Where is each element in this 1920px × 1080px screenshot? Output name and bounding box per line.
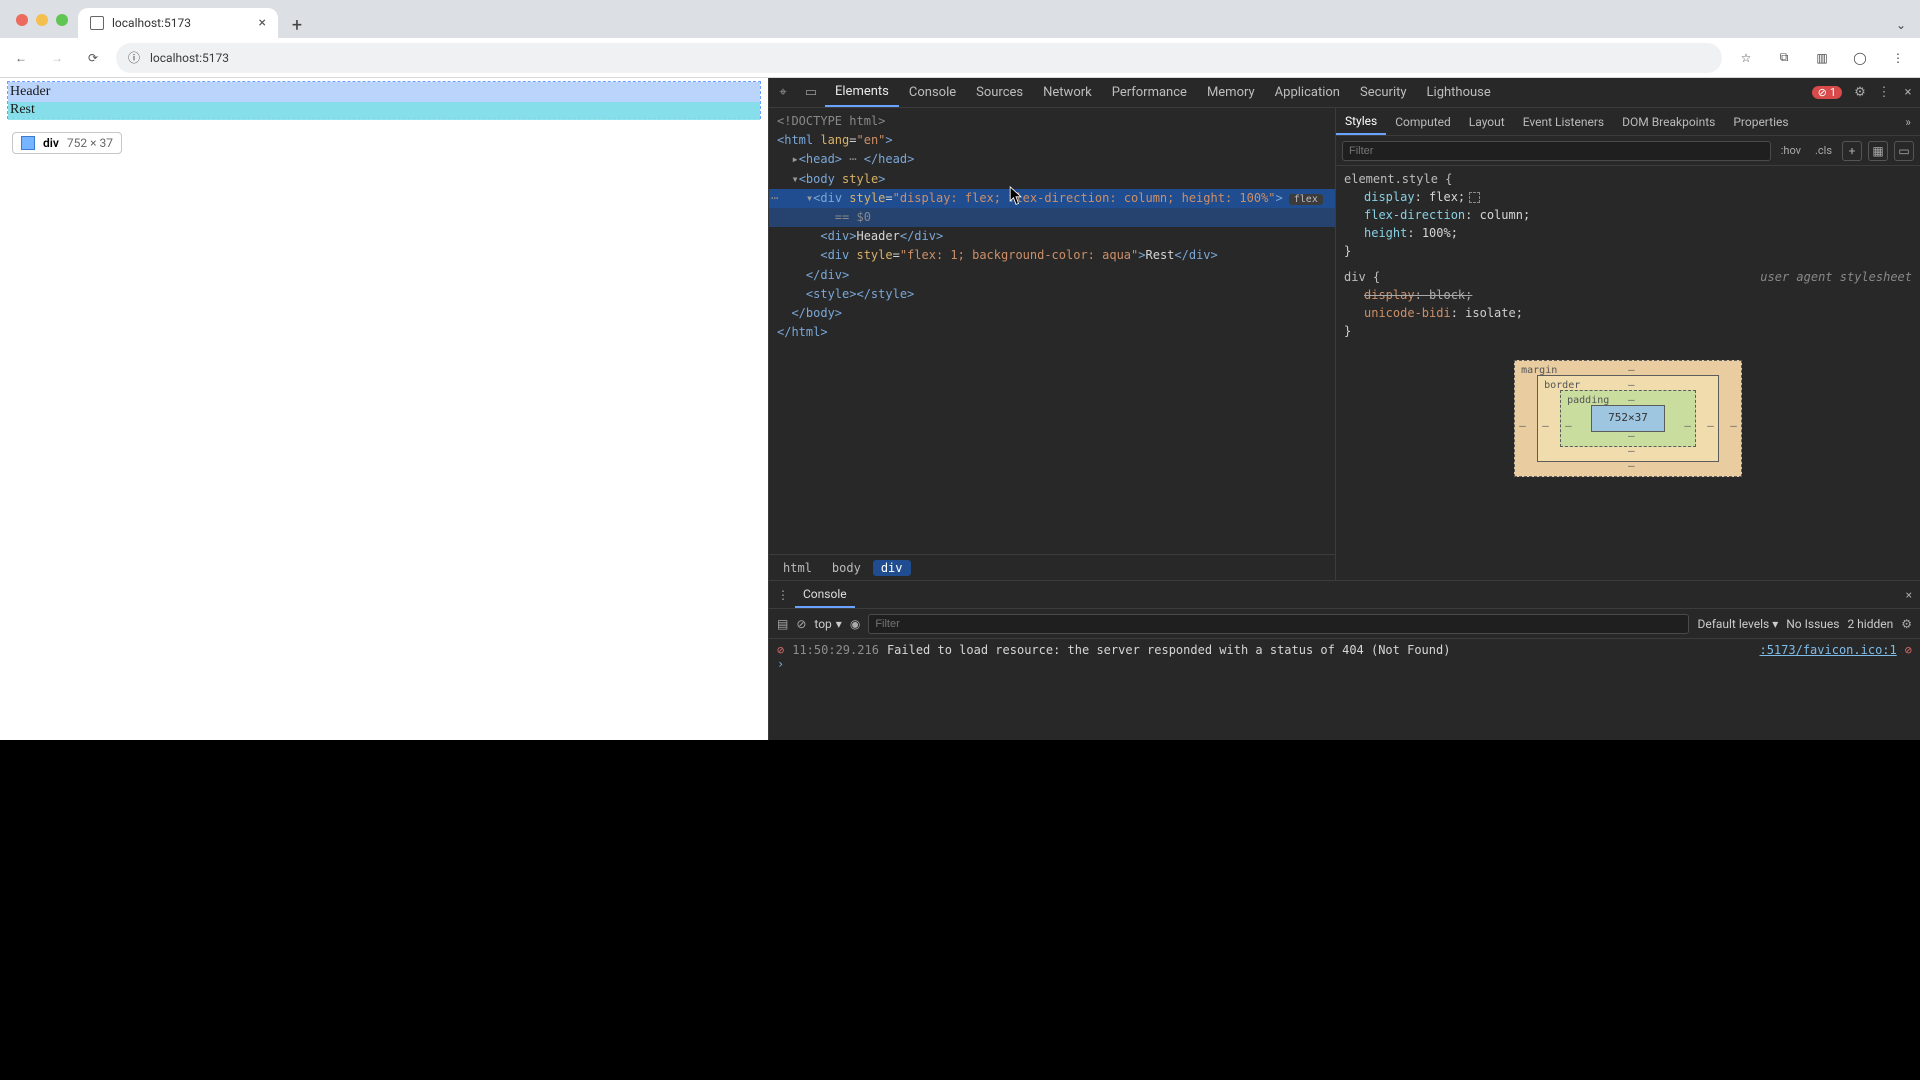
element-style-selector[interactable]: element.style { (1344, 172, 1452, 186)
close-tab-icon[interactable]: × (259, 15, 266, 31)
page-header-text: Header (10, 84, 50, 100)
inspect-tooltip: div 752 × 37 (12, 132, 122, 154)
selected-dom-node[interactable]: ⋯ ▾<div style="display: flex; flex-direc… (769, 189, 1335, 208)
computed-tab[interactable]: Computed (1386, 108, 1460, 135)
minimize-window-icon[interactable] (36, 14, 48, 26)
console-drawer: ⋮ Console × ▤ ⊘ top ▾ ◉ Default levels ▾… (769, 580, 1920, 740)
live-expression-icon[interactable]: ◉ (850, 617, 860, 631)
hidden-count[interactable]: 2 hidden (1847, 617, 1893, 631)
forward-button[interactable]: → (44, 45, 70, 71)
div-rule-selector[interactable]: div { (1344, 270, 1380, 284)
browser-tab[interactable]: localhost:5173 × (78, 8, 278, 38)
styles-pane: Styles Computed Layout Event Listeners D… (1336, 108, 1920, 580)
devtools-tabs: ⌖ ▭ Elements Console Sources Network Per… (769, 78, 1920, 108)
side-panel-icon[interactable]: ▥ (1808, 44, 1836, 72)
bookmark-icon[interactable]: ☆ (1732, 44, 1760, 72)
reload-button[interactable]: ⟳ (80, 45, 106, 71)
profile-icon[interactable]: ◯ (1846, 44, 1874, 72)
dom-breadcrumbs: html body div (769, 554, 1335, 580)
close-window-icon[interactable] (16, 14, 28, 26)
styles-more-icon[interactable]: » (1896, 115, 1920, 129)
more-icon[interactable]: ⋮ (1872, 85, 1896, 100)
menu-icon[interactable]: ⋮ (1884, 44, 1912, 72)
maximize-window-icon[interactable] (56, 14, 68, 26)
tab-memory[interactable]: Memory (1197, 78, 1265, 107)
console-log-line[interactable]: ⊘ 11:50:29.216 Failed to load resource: … (777, 643, 1912, 657)
tab-security[interactable]: Security (1350, 78, 1417, 107)
styles-filter-input[interactable] (1342, 141, 1771, 161)
layout-tab[interactable]: Layout (1460, 108, 1514, 135)
dom-breakpoints-tab[interactable]: DOM Breakpoints (1613, 108, 1724, 135)
tab-lighthouse[interactable]: Lighthouse (1417, 78, 1501, 107)
tooltip-dimensions: 752 × 37 (67, 136, 113, 150)
new-tab-button[interactable]: + (284, 12, 310, 38)
favicon-icon (90, 16, 104, 30)
back-button[interactable]: ← (8, 45, 34, 71)
styles-view2-icon[interactable]: ▭ (1894, 141, 1914, 161)
drawer-tab-console[interactable]: Console (795, 581, 855, 608)
flex-editor-icon[interactable] (1469, 192, 1480, 203)
devtools-panel: ⌖ ▭ Elements Console Sources Network Per… (768, 78, 1920, 740)
tooltip-swatch-icon (21, 136, 35, 150)
bottom-letterbox (0, 740, 1920, 1080)
console-prompt-icon[interactable]: › (777, 657, 784, 671)
settings-icon[interactable]: ⚙ (1848, 85, 1872, 100)
tab-title: localhost:5173 (112, 16, 191, 30)
error-badge-icon: ⊘ (1905, 643, 1912, 657)
issues-label[interactable]: No Issues (1786, 617, 1839, 631)
window-controls (6, 14, 78, 38)
browser-tabstrip: localhost:5173 × + ⌄ (0, 0, 1920, 38)
rest-row (8, 102, 760, 120)
event-listeners-tab[interactable]: Event Listeners (1514, 108, 1613, 135)
console-sidebar-icon[interactable]: ▤ (777, 617, 788, 631)
console-filter-input[interactable] (868, 614, 1689, 634)
url-text: localhost:5173 (150, 51, 229, 65)
log-source-link[interactable]: :5173/favicon.ico:1 (1759, 643, 1896, 657)
styles-tab[interactable]: Styles (1336, 108, 1386, 135)
error-icon: ⊘ (777, 643, 784, 657)
dom-tree[interactable]: <!DOCTYPE html> <html lang="en"> ▸<head>… (769, 108, 1335, 554)
breadcrumb-body[interactable]: body (824, 560, 869, 576)
tab-elements[interactable]: Elements (825, 78, 899, 107)
tab-sources[interactable]: Sources (966, 78, 1033, 107)
error-count-badge[interactable]: ⊘ 1 (1812, 86, 1842, 99)
tab-performance[interactable]: Performance (1102, 78, 1197, 107)
log-levels-select[interactable]: Default levels ▾ (1697, 617, 1778, 631)
context-select[interactable]: top ▾ (814, 617, 841, 631)
styles-view1-icon[interactable]: ▦ (1868, 141, 1888, 161)
properties-tab[interactable]: Properties (1724, 108, 1797, 135)
console-settings-icon[interactable]: ⚙ (1901, 617, 1912, 631)
breadcrumb-div[interactable]: div (873, 560, 911, 576)
box-model[interactable]: margin –– –– border –– –– padding –– –– (1344, 360, 1912, 477)
browser-toolbar: ← → ⟳ ⓘ localhost:5173 ☆ ⧉ ▥ ◯ ⋮ (0, 38, 1920, 78)
page-rest-text: Rest (10, 102, 35, 118)
clear-console-icon[interactable]: ⊘ (796, 617, 806, 631)
page-viewport: Header Rest div 752 × 37 (0, 78, 768, 740)
log-message: Failed to load resource: the server resp… (887, 643, 1451, 657)
device-toolbar-icon[interactable]: ▭ (797, 85, 825, 100)
cls-toggle[interactable]: .cls (1811, 144, 1836, 157)
breadcrumb-html[interactable]: html (775, 560, 820, 576)
tooltip-tagname: div (43, 136, 59, 150)
log-timestamp: 11:50:29.216 (792, 643, 879, 657)
close-devtools-icon[interactable]: × (1896, 85, 1920, 100)
tab-console[interactable]: Console (899, 78, 966, 107)
new-style-rule-icon[interactable]: + (1842, 141, 1862, 161)
tabs-dropdown-icon[interactable]: ⌄ (1888, 12, 1914, 38)
tab-application[interactable]: Application (1265, 78, 1350, 107)
site-info-icon[interactable]: ⓘ (128, 49, 140, 66)
user-agent-label: user agent stylesheet (1760, 268, 1912, 286)
inspect-icon[interactable]: ⌖ (769, 85, 797, 100)
tab-network[interactable]: Network (1033, 78, 1102, 107)
close-drawer-icon[interactable]: × (1906, 588, 1912, 602)
hov-toggle[interactable]: :hov (1777, 144, 1805, 157)
extensions-icon[interactable]: ⧉ (1770, 44, 1798, 72)
address-bar[interactable]: ⓘ localhost:5173 (116, 43, 1722, 73)
